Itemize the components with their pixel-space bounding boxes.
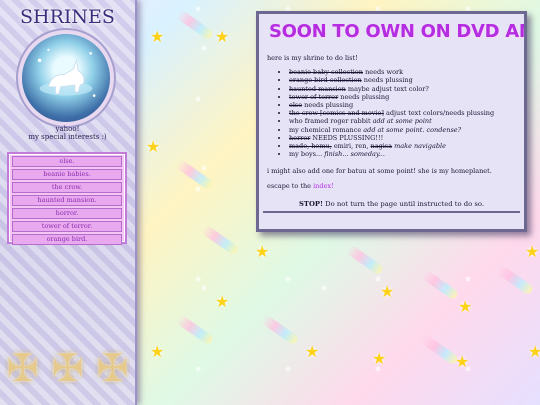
comet-decoration xyxy=(200,224,240,256)
nav-link-orange-bird[interactable]: orange bird. xyxy=(12,234,122,245)
star-icon: ★ xyxy=(150,27,165,46)
star-icon: ★ xyxy=(150,342,165,361)
item-text: needs work xyxy=(363,68,404,77)
comet-decoration xyxy=(175,314,215,346)
intro-text: here is my shrine to do list! xyxy=(267,54,358,62)
list-item: mado, homu, emiri, ren, nagisa make navi… xyxy=(289,142,516,150)
nav-link-tower-of-terror[interactable]: tower of terror. xyxy=(12,221,122,232)
list-item: my chemical romance add at some point. c… xyxy=(289,126,516,134)
star-icon: ★ xyxy=(380,282,395,301)
escape-line: escape to the index! xyxy=(267,182,516,190)
list-item: who framed roger rabbit add at some poin… xyxy=(289,117,516,125)
struck-text: orange bird collection xyxy=(289,76,362,85)
list-item: tower of terror needs plussing xyxy=(289,93,516,101)
cross-icon: ✠ xyxy=(6,345,39,390)
item-text: my chemical romance xyxy=(289,125,364,134)
list-item: my boys... finish... someday... xyxy=(289,150,516,158)
list-item: orange bird collection needs plussing xyxy=(289,76,516,84)
item-text: my boys... xyxy=(289,150,325,159)
yahoo-text: yahoo! xyxy=(55,125,80,133)
struck-text: beanie baby collection xyxy=(289,68,363,77)
index-link[interactable]: index! xyxy=(313,182,334,190)
panel-body: here is my shrine to do list! beanie bab… xyxy=(259,42,524,214)
todo-list: beanie baby collection needs work orange… xyxy=(267,68,516,158)
italic-text: add at some point. condense? xyxy=(363,125,462,134)
item-text: maybe adjust text color? xyxy=(345,84,429,93)
star-icon: ★ xyxy=(528,342,540,361)
stop-notice: STOP! Do not turn the page until instruc… xyxy=(267,200,516,208)
comet-decoration xyxy=(420,269,460,301)
comet-decoration xyxy=(260,314,300,346)
sidebar: SHRINES yahoo! my special interests :) e… xyxy=(0,0,137,405)
list-item: haunted mansion maybe adjust text color? xyxy=(289,85,516,93)
list-item: else needs plussing xyxy=(289,101,516,109)
nav-link-haunted-mansion[interactable]: haunted mansion. xyxy=(12,195,122,206)
star-icon: ★ xyxy=(146,137,161,156)
item-text: NEEDS PLUSSING!!! xyxy=(310,133,384,142)
note-text: my homeplanet. xyxy=(436,167,492,176)
sidebar-title: SHRINES xyxy=(20,6,115,28)
star-icon: ★ xyxy=(215,27,230,46)
star-icon: ★ xyxy=(372,349,387,368)
struck-text: nagisa xyxy=(370,142,393,151)
item-text: emiri, ren, xyxy=(331,142,371,151)
item-text: needs plussing xyxy=(338,92,390,101)
star-icon: ★ xyxy=(455,352,470,371)
list-item: the crow [comics and movie] adjust text … xyxy=(289,109,516,117)
nav-link-beanie-babies[interactable]: beanie babies. xyxy=(12,169,122,180)
nav-link-else[interactable]: else. xyxy=(12,156,122,167)
cross-decorations: ✠ ✠ ✠ xyxy=(0,330,135,405)
note-text: i might also add one for batuu at some p… xyxy=(267,167,432,176)
star-icon: ★ xyxy=(215,292,230,311)
struck-text: tower of terror xyxy=(289,92,339,101)
struck-text: haunted mansion xyxy=(289,84,346,93)
star-icon: ★ xyxy=(525,242,540,261)
item-text: needs plussing xyxy=(302,101,354,110)
shrine-nav: else. beanie babies. the crow. haunted m… xyxy=(7,152,127,245)
struck-text: the crow [comics and movie] xyxy=(289,109,384,118)
comet-decoration xyxy=(345,244,385,276)
star-icon: ★ xyxy=(305,342,320,361)
struck-text: horror xyxy=(289,133,311,142)
nav-link-the-crow[interactable]: the crow. xyxy=(12,182,122,193)
todo-panel: SOON TO OWN ON DVD AND here is my shrine… xyxy=(256,11,527,232)
star-icon: ★ xyxy=(458,297,473,316)
special-interests-text: my special interests :) xyxy=(28,133,107,141)
comet-decoration xyxy=(175,9,215,41)
italic-text: finish... someday... xyxy=(324,150,385,159)
nav-link-horror[interactable]: horror. xyxy=(12,208,122,219)
item-text: needs plussing xyxy=(361,76,413,85)
batuu-note: i might also add one for batuu at some p… xyxy=(267,167,516,175)
cross-icon: ✠ xyxy=(96,345,129,390)
italic-text: make navigable xyxy=(392,142,446,151)
item-text: who framed roger rabbit xyxy=(289,117,373,126)
unicorn-image xyxy=(22,34,110,122)
star-icon: ★ xyxy=(255,242,270,261)
comet-decoration xyxy=(495,264,535,296)
escape-text: escape to the xyxy=(267,181,314,190)
sidebar-caption: yahoo! my special interests :) xyxy=(0,125,135,141)
comet-decoration xyxy=(420,334,460,366)
stop-label: STOP! xyxy=(298,199,323,208)
divider xyxy=(263,211,520,214)
list-item: horror NEEDS PLUSSING!!! xyxy=(289,134,516,142)
stop-text: Do not turn the page until instructed to… xyxy=(322,199,484,208)
list-item: beanie baby collection needs work xyxy=(289,68,516,76)
cross-icon: ✠ xyxy=(51,345,84,390)
comet-decoration xyxy=(175,159,215,191)
item-text: adjust text colors/needs plussing xyxy=(383,109,495,118)
struck-text: else xyxy=(289,101,303,110)
panel-title: SOON TO OWN ON DVD AND xyxy=(269,21,527,42)
struck-text: mado, homu, xyxy=(289,142,332,151)
italic-text: add at some point xyxy=(372,117,432,126)
